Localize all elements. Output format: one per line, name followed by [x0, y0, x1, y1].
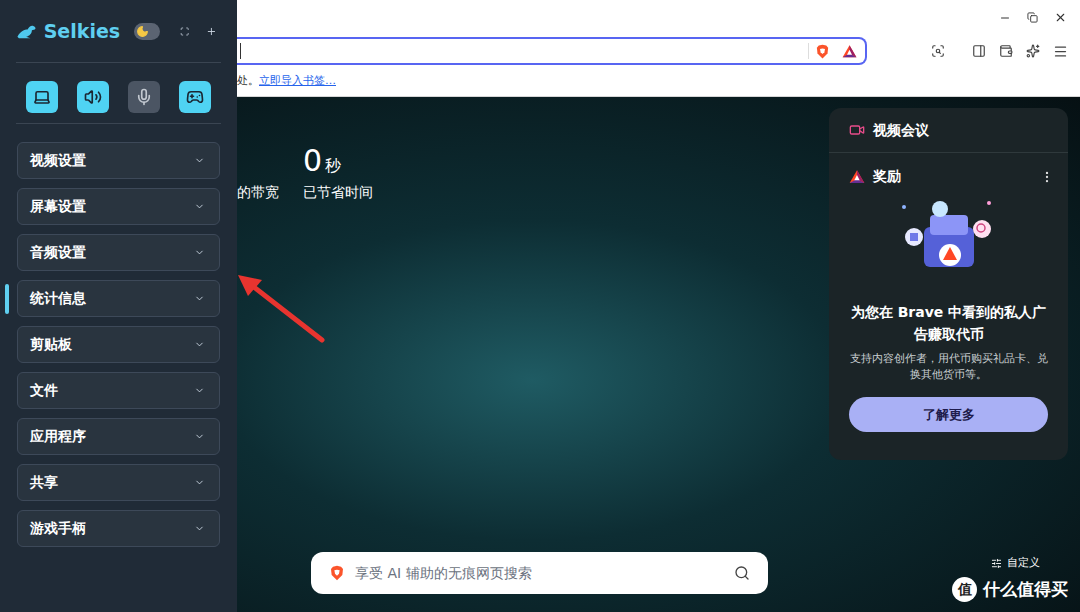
- address-bar[interactable]: [237, 37, 867, 65]
- rewards-description: 支持内容创作者，用代币购买礼品卡、兑换其他货币等。: [849, 351, 1048, 383]
- section-header[interactable]: 共享: [17, 464, 220, 501]
- mode-button[interactable]: [179, 81, 211, 113]
- section-label: 屏幕设置: [30, 196, 86, 217]
- restore-icon[interactable]: [1027, 12, 1038, 23]
- stat: 0秒已节省时间: [303, 136, 373, 460]
- brave-lion-icon: [329, 565, 345, 581]
- browser-toolbar: 处。立即导入书签…: [237, 0, 1080, 97]
- divider: [16, 62, 221, 63]
- mode-button[interactable]: [128, 81, 160, 113]
- chevron-down-icon: [194, 247, 205, 258]
- section-header[interactable]: 视频设置: [17, 142, 220, 179]
- bat-triangle-icon: [849, 169, 865, 185]
- rewards-panel: 奖励为您在 Brave 中看到的私人广告赚取代币支持内容创作者，用代币购买礼品卡…: [829, 153, 1068, 452]
- chevron-down-icon: [194, 523, 205, 534]
- mode-buttons: [0, 63, 237, 123]
- bookmarks-hint: 处。: [237, 73, 259, 90]
- section-label: 剪贴板: [30, 334, 72, 355]
- seal-logo-icon: [16, 19, 38, 43]
- leo-ai-icon[interactable]: [1026, 44, 1040, 58]
- menu-icon[interactable]: [1053, 44, 1068, 59]
- annotation-arrow-icon: [232, 268, 332, 348]
- browser-window: 处。立即导入书签… 的带宽 0秒已节省时间 视频会议奖励为您在 Brave 中看到的私…: [237, 0, 1080, 612]
- section-label: 应用程序: [30, 426, 86, 447]
- screen: Selkies视频设置屏幕设置音频设置统计信息剪贴板文件应用程序共享游戏手柄处。…: [0, 0, 1080, 612]
- chevron-down-icon: [194, 385, 205, 396]
- selected-marker: [5, 284, 9, 314]
- section-label: 共享: [30, 472, 58, 493]
- search-placeholder: 享受 AI 辅助的无痕网页搜索: [355, 563, 724, 584]
- laptop-icon: [33, 88, 51, 106]
- widget-card: 视频会议奖励为您在 Brave 中看到的私人广告赚取代币支持内容创作者，用代币购…: [829, 108, 1068, 460]
- brave-lion-icon: [815, 44, 830, 59]
- chevron-down-icon: [194, 155, 205, 166]
- section-label: 视频设置: [30, 150, 86, 171]
- search-box[interactable]: 享受 AI 辅助的无痕网页搜索: [311, 552, 768, 594]
- chevron-down-icon: [194, 201, 205, 212]
- bat-triangle-icon: [842, 44, 857, 59]
- section-label: 音频设置: [30, 242, 86, 263]
- app-title: Selkies: [44, 17, 120, 46]
- plus-icon[interactable]: [206, 24, 217, 39]
- section-header[interactable]: 屏幕设置: [17, 188, 220, 225]
- search-icon[interactable]: [734, 565, 750, 581]
- gamepad-icon: [186, 88, 204, 106]
- learn-more-button[interactable]: 了解更多: [849, 397, 1048, 432]
- watermark-badge: 值: [952, 577, 977, 602]
- selkies-sidebar: Selkies 视频设置屏幕设置音频设置统计信息剪贴板文件应用程序共享游戏手柄: [0, 0, 237, 612]
- section-label: 文件: [30, 380, 58, 401]
- stat-label: 的带宽: [237, 182, 279, 203]
- microphone-icon: [135, 88, 153, 106]
- speaker-icon: [84, 88, 102, 106]
- minimize-icon[interactable]: [999, 12, 1011, 24]
- rewards-headline: 为您在 Brave 中看到的私人广告赚取代币: [849, 301, 1048, 345]
- section-header[interactable]: 剪贴板: [17, 326, 220, 363]
- toolbar-icons: [867, 44, 1080, 59]
- chevron-down-icon: [194, 293, 205, 304]
- section-header[interactable]: 游戏手柄: [17, 510, 220, 547]
- import-bookmarks-link[interactable]: 立即导入书签…: [259, 73, 336, 90]
- fullscreen-icon[interactable]: [180, 25, 189, 38]
- watermark-text: 什么值得买: [983, 577, 1068, 603]
- customize-button[interactable]: 自定义: [991, 555, 1040, 572]
- bookmarks-bar: 处。立即导入书签…: [237, 67, 1080, 96]
- chevron-down-icon: [194, 477, 205, 488]
- rewards-title: 奖励: [873, 166, 901, 187]
- section-header[interactable]: 应用程序: [17, 418, 220, 455]
- sidebar-panel-icon[interactable]: [972, 44, 986, 58]
- mode-button[interactable]: [77, 81, 109, 113]
- new-tab-page: 的带宽 0秒已节省时间 视频会议奖励为您在 Brave 中看到的私人广告赚取代币支持…: [237, 97, 1080, 612]
- stat: 的带宽: [237, 136, 279, 460]
- customize-icon: [991, 558, 1002, 569]
- watermark: 值什么值得买: [952, 577, 1068, 603]
- screen-search-icon[interactable]: [931, 44, 945, 58]
- address-row: [237, 35, 1080, 67]
- section-label: 游戏手柄: [30, 518, 86, 539]
- stat-label: 已节省时间: [303, 182, 373, 203]
- rewards-illustration-icon: [894, 193, 1004, 283]
- section-header[interactable]: 音频设置: [17, 234, 220, 271]
- text-caret: [240, 43, 241, 59]
- section-header[interactable]: 统计信息: [17, 280, 220, 317]
- title-bar: [237, 0, 1080, 35]
- close-icon[interactable]: [1054, 11, 1067, 24]
- divider: [16, 123, 221, 124]
- wallet-icon[interactable]: [999, 44, 1013, 58]
- stat-value: 0: [303, 146, 322, 176]
- widget-header: 视频会议: [829, 108, 1068, 153]
- sidebar-header: Selkies: [0, 0, 237, 62]
- section-header[interactable]: 文件: [17, 372, 220, 409]
- section-list: 视频设置屏幕设置音频设置统计信息剪贴板文件应用程序共享游戏手柄: [0, 124, 237, 547]
- more-icon[interactable]: [1040, 170, 1054, 184]
- stat-unit: 秒: [325, 158, 341, 176]
- mode-button[interactable]: [26, 81, 58, 113]
- moon-icon: [136, 25, 149, 38]
- section-label: 统计信息: [30, 288, 86, 309]
- chevron-down-icon: [194, 431, 205, 442]
- theme-toggle[interactable]: [134, 23, 160, 40]
- chevron-down-icon: [194, 339, 205, 350]
- video-call-icon: [849, 122, 865, 138]
